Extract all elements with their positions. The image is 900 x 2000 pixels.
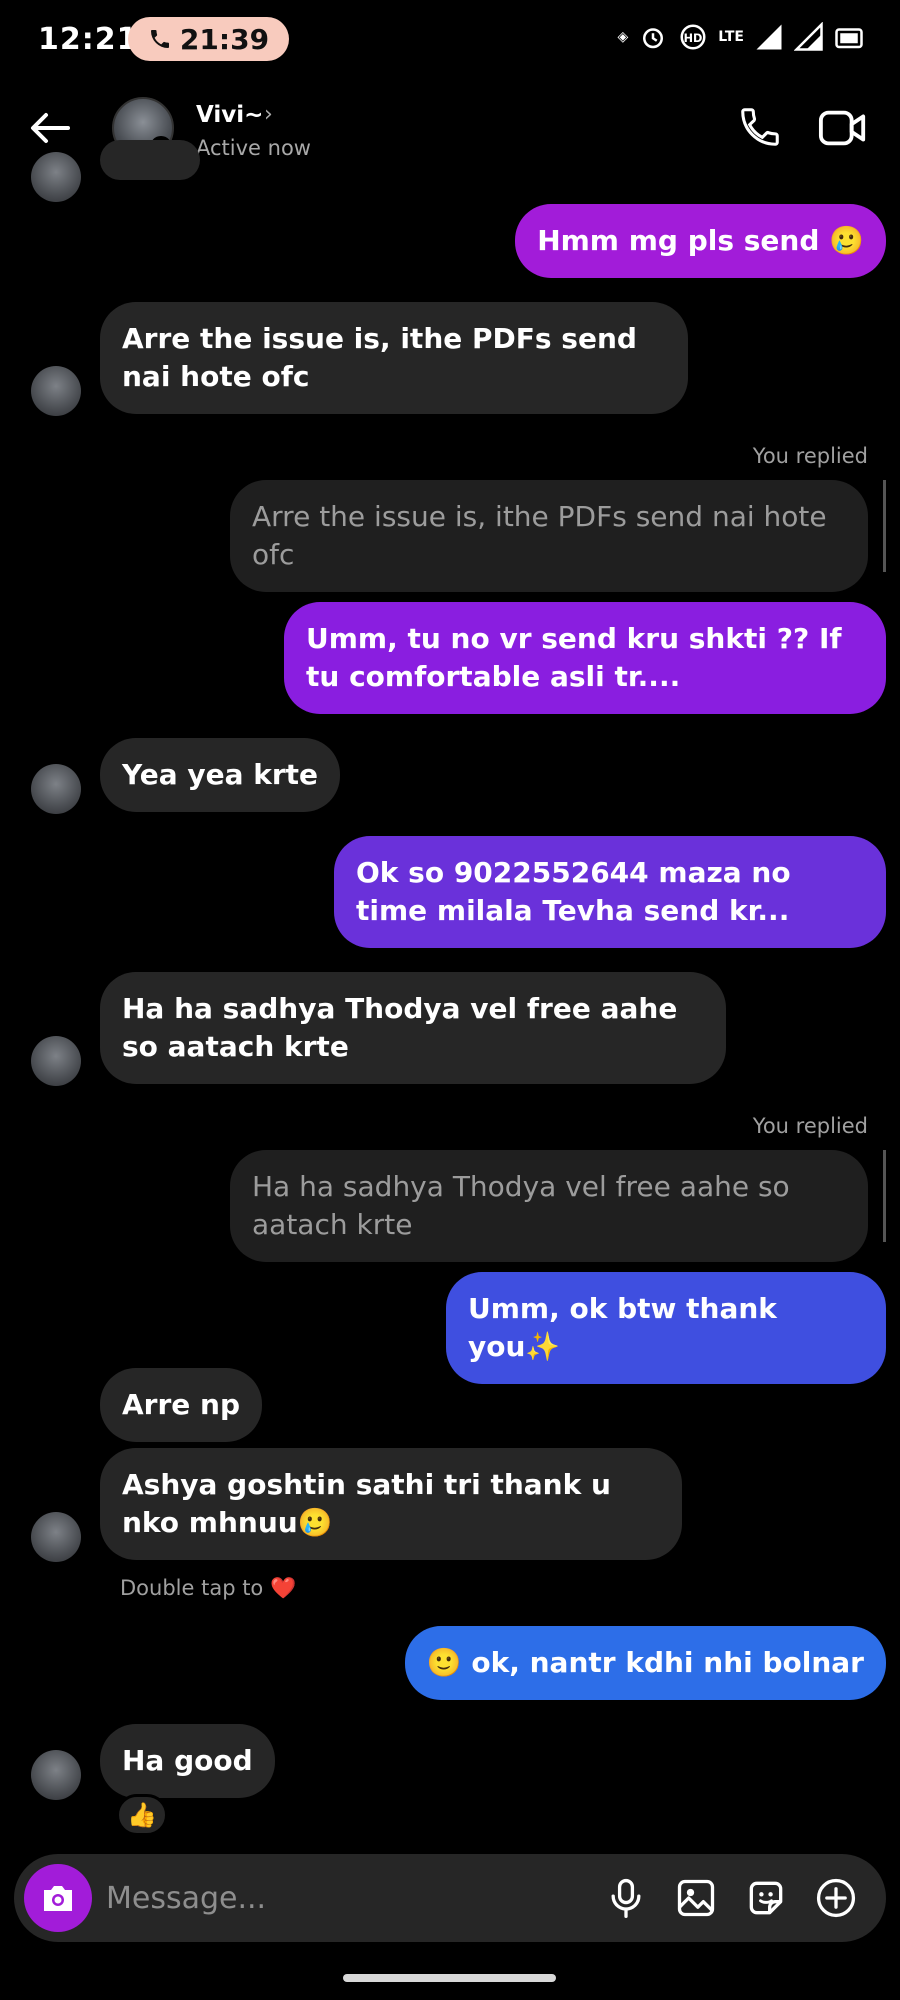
reaction-badge[interactable]: 👍	[116, 1794, 168, 1836]
message-list[interactable]: Hmm mg pls send 🥲 Arre the issue is, ith…	[0, 140, 900, 1840]
microphone-icon[interactable]	[604, 1876, 648, 1920]
call-icon[interactable]	[737, 104, 783, 150]
message-bubble-sent[interactable]: Ok so 9022552644 maza no time milala Tev…	[334, 836, 886, 948]
contact-avatar-small	[31, 366, 81, 416]
quoted-text: Arre the issue is, ithe PDFs send nai ho…	[252, 500, 827, 571]
message-text: Arre the issue is, ithe PDFs send nai ho…	[122, 322, 637, 393]
svg-text:HD: HD	[684, 32, 703, 45]
quoted-message[interactable]: Arre the issue is, ithe PDFs send nai ho…	[230, 480, 868, 592]
chevron-right-icon[interactable]: ›	[264, 102, 273, 127]
message-text: 🙂 ok, nantr kdhi nhi bolnar	[426, 1646, 864, 1679]
message-text: Ok so 9022552644 maza no time milala Tev…	[356, 856, 791, 927]
message-bubble-received[interactable]: Arre np	[100, 1368, 263, 1442]
contact-avatar-small	[31, 152, 81, 202]
gallery-icon[interactable]	[674, 1876, 718, 1920]
signal-icon	[794, 22, 823, 51]
video-call-icon[interactable]	[818, 106, 868, 150]
back-arrow-icon[interactable]	[28, 106, 72, 150]
reply-indicator-bar	[883, 1150, 886, 1242]
contact-name[interactable]: Vivi~	[196, 102, 263, 128]
quoted-text: Ha ha sadhya Thodya vel free aahe so aat…	[252, 1170, 790, 1241]
contact-avatar-small	[31, 1512, 81, 1562]
alarm-icon	[643, 28, 664, 49]
nfc-icon: ◈	[617, 29, 629, 45]
message-text: Umm, ok btw thank you✨	[468, 1292, 777, 1363]
signal-icon	[756, 24, 782, 50]
contact-avatar-small	[31, 764, 81, 814]
battery-icon	[835, 28, 863, 49]
camera-button[interactable]	[24, 1864, 92, 1932]
ongoing-call-pill[interactable]: 21:39	[128, 17, 289, 61]
phone-icon	[150, 30, 169, 48]
message-composer	[14, 1854, 886, 1942]
camera-icon	[44, 1886, 72, 1911]
contact-avatar-small	[31, 1750, 81, 1800]
message-input[interactable]	[106, 1874, 546, 1922]
message-bubble-received[interactable]: Arre the issue is, ithe PDFs send nai ho…	[100, 302, 688, 414]
quoted-message[interactable]: Ha ha sadhya Thodya vel free aahe so aat…	[230, 1150, 868, 1262]
add-icon[interactable]	[814, 1876, 858, 1920]
message-bubble-sent[interactable]: Umm, ok btw thank you✨	[446, 1272, 886, 1384]
volte-icon: HD	[680, 24, 706, 50]
message-bubble-sent[interactable]: Umm, tu no vr send kru shkti ?? If tu co…	[284, 602, 886, 714]
double-tap-hint: Double tap to ❤️	[120, 1576, 297, 1600]
status-clock: 12:21	[38, 22, 139, 57]
message-text: Arre np	[122, 1388, 241, 1421]
message-text: Umm, tu no vr send kru shkti ?? If tu co…	[306, 622, 842, 693]
you-replied-label: You replied	[752, 1114, 868, 1138]
message-bubble-received[interactable]: Yea yea krte	[100, 738, 341, 812]
message-text: Yea yea krte	[122, 758, 319, 791]
message-bubble-partial	[100, 140, 200, 180]
message-text: Ha good	[122, 1744, 253, 1777]
message-text: Ha ha sadhya Thodya vel free aahe so aat…	[122, 992, 678, 1063]
message-bubble-received[interactable]: Ha good	[100, 1724, 275, 1798]
message-bubble-received[interactable]: Ashya goshtin sathi tri thank u nko mhnu…	[100, 1448, 682, 1560]
message-bubble-received[interactable]: Ha ha sadhya Thodya vel free aahe so aat…	[100, 972, 726, 1084]
reply-indicator-bar	[883, 480, 886, 572]
status-bar: 12:21 21:39 ◈ HD LTE	[0, 0, 900, 80]
message-text: Hmm mg pls send 🥲	[537, 224, 864, 257]
home-indicator[interactable]	[343, 1974, 556, 1982]
message-bubble-sent[interactable]: Hmm mg pls send 🥲	[515, 204, 886, 278]
you-replied-label: You replied	[752, 444, 868, 468]
call-timer: 21:39	[179, 22, 270, 56]
lte-icon: LTE	[718, 29, 744, 45]
contact-avatar-small	[31, 1036, 81, 1086]
active-status: Active now	[196, 136, 311, 160]
status-indicators: ◈ HD LTE	[618, 22, 865, 52]
message-bubble-sent[interactable]: 🙂 ok, nantr kdhi nhi bolnar	[404, 1626, 886, 1700]
message-text: Ashya goshtin sathi tri thank u nko mhnu…	[122, 1468, 611, 1539]
sticker-icon[interactable]	[744, 1876, 788, 1920]
